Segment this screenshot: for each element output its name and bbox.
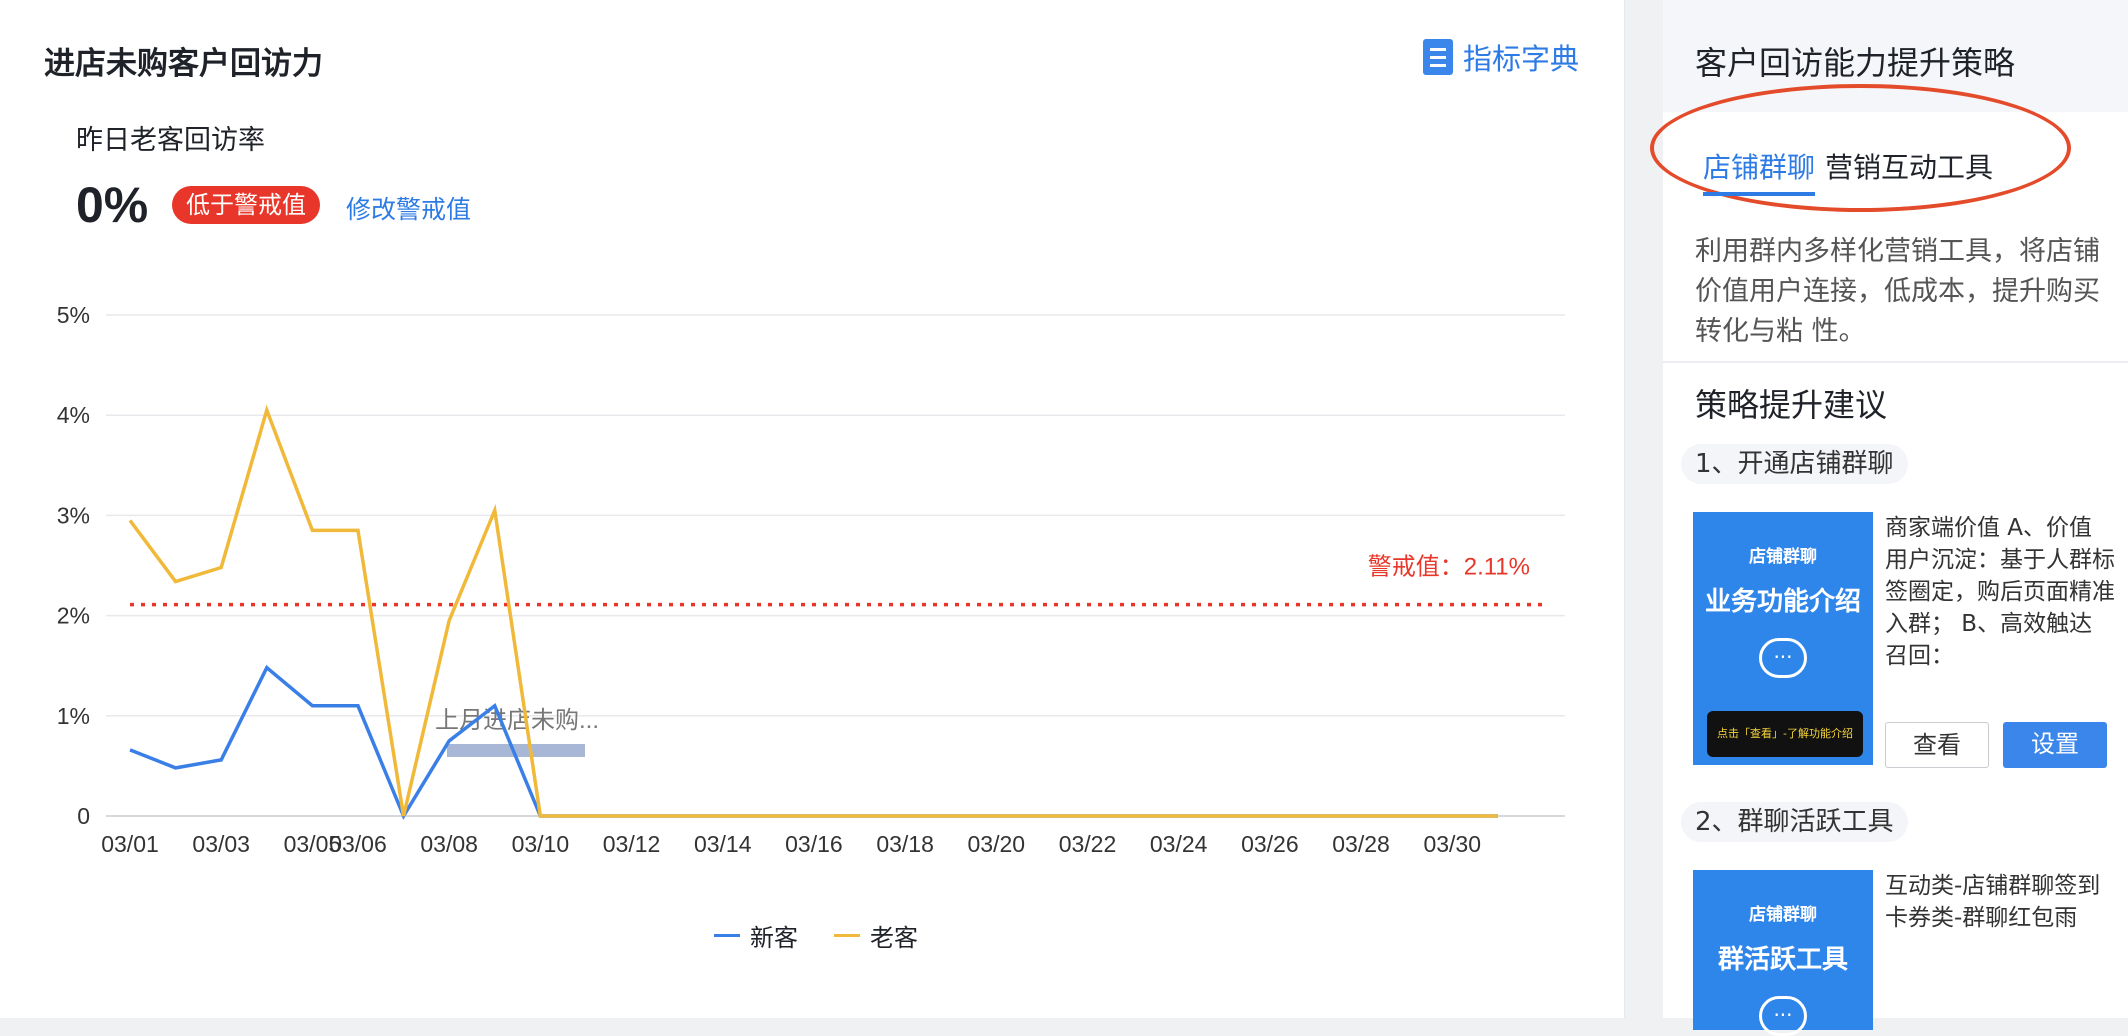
x-tick-label: 03/03 (192, 831, 250, 857)
step-1-image-cta: 点击「查看」-了解功能介绍 (1707, 711, 1863, 757)
step-1-image[interactable]: 店铺群聊 业务功能介绍 ··· 点击「查看」-了解功能介绍 (1693, 512, 1873, 765)
x-tick-label: 03/16 (785, 831, 843, 857)
y-tick-label: 4% (57, 402, 90, 428)
y-tick-label: 1% (57, 703, 90, 729)
x-tick-label: 03/20 (968, 831, 1026, 857)
x-tick-label: 03/01 (101, 831, 159, 857)
step-1-label: 1、开通店铺群聊 (1681, 444, 1908, 484)
x-tick-label: 03/12 (603, 831, 661, 857)
divider (1663, 361, 2128, 363)
chat-bubble-icon: ··· (1759, 638, 1807, 678)
suggestions-title: 策略提升建议 (1695, 386, 1888, 424)
step-1-image-big: 业务功能介绍 (1704, 587, 1861, 617)
x-tick-label: 03/08 (420, 831, 478, 857)
step-1-text: 商家端价值 A、价值用户沉淀：基于人群标签圈定，购后页面精准入群； B、高效触达… (1885, 515, 2115, 669)
panel-title: 进店未购客户回访力 (44, 46, 323, 82)
x-tick-label: 03/30 (1423, 831, 1481, 857)
strategy-tabs: 店铺群聊 营销互动工具 (1703, 146, 2003, 196)
step-2-image-small: 店铺群聊 (1749, 905, 1817, 925)
x-tick-label: 03/22 (1059, 831, 1117, 857)
metric-value: 0% (76, 177, 149, 233)
tab-marketing-tools[interactable]: 营销互动工具 (1825, 146, 1993, 196)
metric-label: 昨日老客回访率 (76, 125, 265, 156)
y-tick-label: 3% (57, 502, 90, 528)
x-tick-label: 03/14 (694, 831, 752, 857)
x-tick-label: 03/24 (1150, 831, 1208, 857)
step-2-image[interactable]: 店铺群聊 群活跃工具 ··· (1693, 870, 1873, 1036)
metric-dictionary-link[interactable]: 指标字典 (1422, 36, 1579, 78)
y-tick-label: 2% (57, 603, 90, 629)
chat-bubble-icon: ··· (1759, 996, 1807, 1036)
step-2-image-big: 群活跃工具 (1717, 945, 1848, 975)
tab-store-group-chat[interactable]: 店铺群聊 (1703, 146, 1816, 196)
step-2-text: 互动类-店铺群聊签到 卡券类-群聊红包雨 (1885, 873, 2101, 931)
legend-label-old: 老客 (870, 924, 918, 952)
y-tick-label: 5% (57, 302, 90, 328)
step-2-label: 2、群聊活跃工具 (1681, 802, 1908, 842)
legend-label-new: 新客 (750, 924, 798, 952)
left-panel: 进店未购客户回访力 指标字典 昨日老客回访率 0% 低于警戒值 修改警戒值 0 1… (0, 0, 1625, 1018)
y-tick-label: 0 (77, 803, 90, 829)
alert-badge: 低于警戒值 (172, 186, 320, 224)
x-tick-label: 03/06 (329, 831, 387, 857)
x-tick-label: 03/10 (512, 831, 570, 857)
legend-item-old-customers[interactable]: 老客 (834, 918, 918, 953)
view-button[interactable]: 查看 (1885, 722, 1989, 768)
strategy-title: 客户回访能力提升策略 (1695, 44, 2016, 82)
strategy-panel: 客户回访能力提升策略 店铺群聊 营销互动工具 利用群内多样化营销工具，将店铺价值… (1650, 0, 2128, 1036)
strategy-description: 利用群内多样化营销工具，将店铺价值用户连接，低成本，提升购买转化与粘 性。 (1695, 236, 2100, 347)
metric-dictionary-label: 指标字典 (1462, 42, 1579, 76)
x-tick-label: 03/28 (1332, 831, 1390, 857)
series-line-old (128, 404, 1498, 818)
line-chart: 01%2%3%4%5%03/01 03/03 03/0503/06 03/08 03/1… (57, 302, 1565, 857)
modify-threshold-link[interactable]: 修改警戒值 (346, 190, 471, 226)
set-button[interactable]: 设置 (2003, 722, 2107, 768)
chart-legend: 新客 老客 (714, 918, 954, 953)
legend-item-new-customers[interactable]: 新客 (714, 918, 798, 953)
x-tick-label: 03/18 (876, 831, 934, 857)
series-line-new (129, 664, 1498, 820)
step-1-image-small: 店铺群聊 (1749, 547, 1817, 567)
threshold-label: 警戒值：2.11% (1368, 554, 1530, 581)
book-icon (1422, 39, 1453, 75)
tooltip-label: 上月进店未购... (435, 707, 599, 734)
legend-line-new (714, 934, 740, 937)
legend-line-old (834, 934, 860, 937)
x-tick-label: 03/26 (1241, 831, 1299, 857)
